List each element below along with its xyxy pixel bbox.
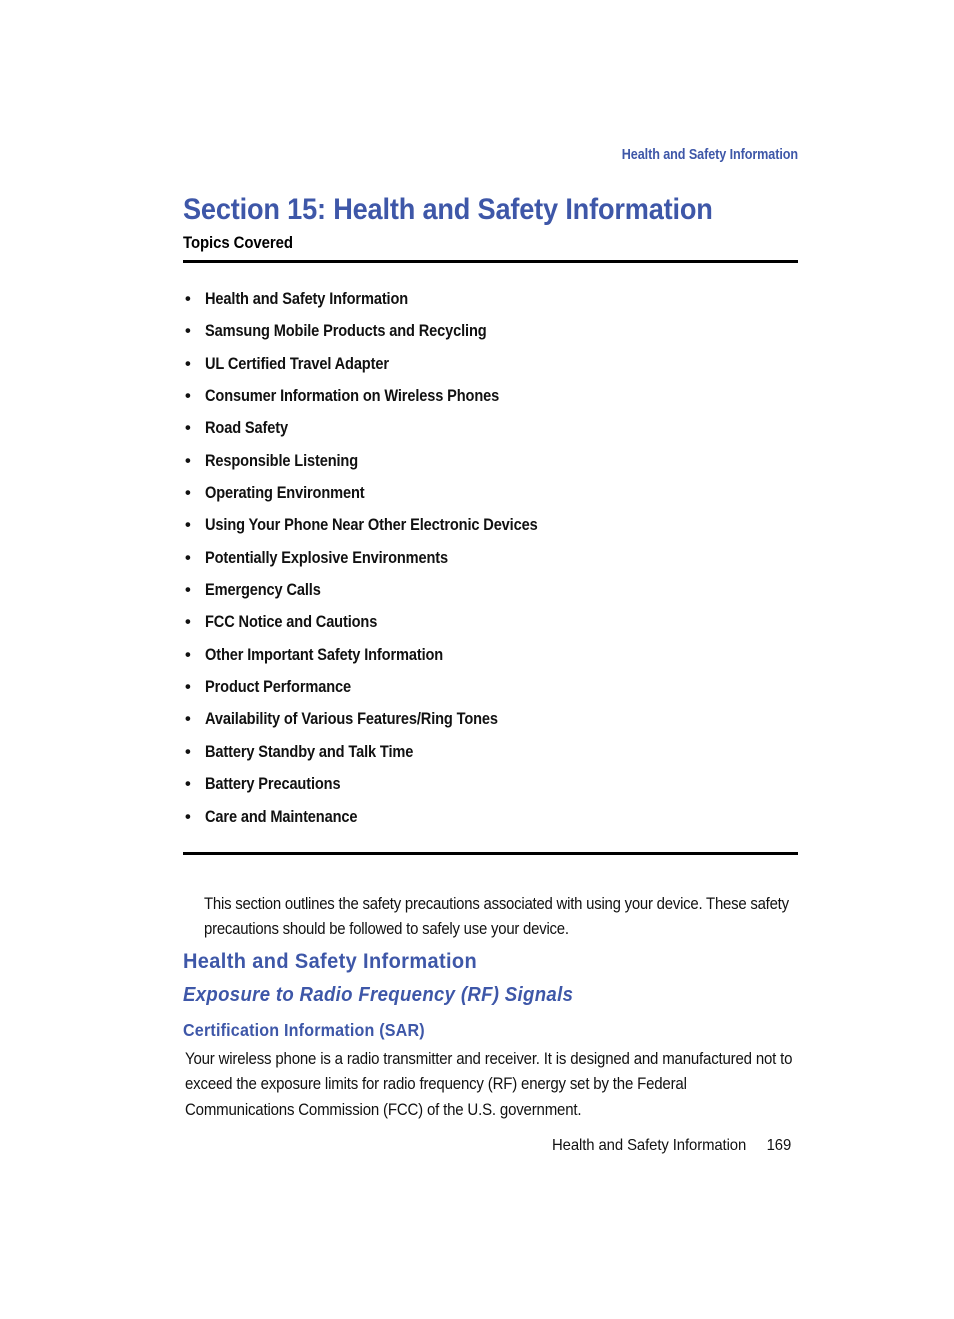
bullet-icon: • [185, 322, 191, 341]
heading-exposure-to-rf-signals: Exposure to Radio Frequency (RF) Signals [183, 984, 574, 1006]
list-item-label: Emergency Calls [205, 581, 321, 600]
intro-paragraph: This section outlines the safety precaut… [204, 892, 804, 943]
list-item-label: Using Your Phone Near Other Electronic D… [205, 516, 538, 535]
bullet-icon: • [185, 451, 191, 470]
page-footer: Health and Safety Information 169 [183, 1137, 791, 1155]
bullet-icon: • [185, 807, 191, 826]
list-item: • Health and Safety Information [183, 288, 798, 320]
list-item-label: Samsung Mobile Products and Recycling [205, 322, 487, 341]
list-item: • Availability of Various Features/Ring T… [183, 708, 798, 740]
list-item: • Care and Maintenance [183, 806, 798, 838]
bullet-icon: • [185, 387, 191, 406]
list-item-label: Battery Precautions [205, 775, 341, 794]
bullet-icon: • [185, 742, 191, 761]
list-item-label: Product Performance [205, 678, 351, 697]
page-footer-label: Health and Safety Information [551, 1137, 746, 1154]
body-paragraph-text: Your wireless phone is a radio transmitt… [185, 1049, 793, 1119]
bullet-icon: • [185, 419, 191, 438]
list-item: • Using Your Phone Near Other Electronic … [183, 514, 798, 546]
list-item-label: Consumer Information on Wireless Phones [205, 387, 500, 406]
body-paragraph: Your wireless phone is a radio transmitt… [185, 1047, 805, 1124]
list-item: • Other Important Safety Information [183, 644, 798, 676]
list-item: • Battery Precautions [183, 773, 798, 805]
divider-top [183, 260, 798, 263]
heading-certification-information-sar: Certification Information (SAR) [183, 1020, 425, 1041]
list-item: • Consumer Information on Wireless Phones [183, 385, 798, 417]
list-item-label: FCC Notice and Cautions [205, 613, 378, 632]
bullet-icon: • [185, 613, 191, 632]
list-item-label: Other Important Safety Information [205, 645, 444, 664]
list-item-label: Availability of Various Features/Ring To… [205, 710, 498, 729]
list-item-label: Road Safety [205, 419, 288, 438]
bullet-icon: • [185, 548, 191, 567]
bullet-icon: • [185, 775, 191, 794]
list-item: • Responsible Listening [183, 450, 798, 482]
list-item-label: Health and Safety Information [205, 290, 409, 308]
list-item-label: Battery Standby and Talk Time [205, 742, 414, 761]
list-item: • FCC Notice and Cautions [183, 611, 798, 643]
divider-bottom [183, 852, 798, 855]
bullet-icon: • [185, 484, 191, 503]
page-footer-inner: Health and Safety Information 169 [552, 1137, 791, 1155]
heading-health-and-safety-information: Health and Safety Information [183, 948, 478, 973]
page-title: Section 15: Health and Safety Informatio… [183, 193, 713, 227]
list-item-label: Care and Maintenance [205, 807, 358, 826]
list-item-label: Operating Environment [205, 484, 365, 503]
bullet-icon: • [185, 581, 191, 600]
list-item: • Battery Standby and Talk Time [183, 741, 798, 773]
bullet-icon: • [185, 645, 191, 664]
list-item: • Samsung Mobile Products and Recycling [183, 320, 798, 352]
list-item: • Potentially Explosive Environments [183, 547, 798, 579]
manual-page: Health and Safety Information Section 15… [0, 0, 954, 1319]
list-item: • Road Safety [183, 417, 798, 449]
bullet-icon: • [185, 354, 191, 373]
bullet-icon: • [185, 678, 191, 697]
page-number: 169 [766, 1137, 791, 1154]
topics-covered-label: Topics Covered [183, 233, 293, 252]
bullet-icon: • [185, 290, 191, 308]
bullet-icon: • [185, 710, 191, 729]
list-item-label: Potentially Explosive Environments [205, 548, 448, 567]
list-item-label: UL Certified Travel Adapter [205, 354, 389, 373]
running-header: Health and Safety Information [621, 147, 798, 163]
intro-paragraph-text: This section outlines the safety precaut… [204, 894, 789, 939]
list-item: • Operating Environment [183, 482, 798, 514]
list-item: • Emergency Calls [183, 579, 798, 611]
list-item: • Product Performance [183, 676, 798, 708]
bullet-icon: • [185, 516, 191, 535]
list-item-label: Responsible Listening [205, 451, 358, 470]
topics-list: • Health and Safety Information • Samsung M… [183, 288, 798, 838]
list-item: • UL Certified Travel Adapter [183, 353, 798, 385]
